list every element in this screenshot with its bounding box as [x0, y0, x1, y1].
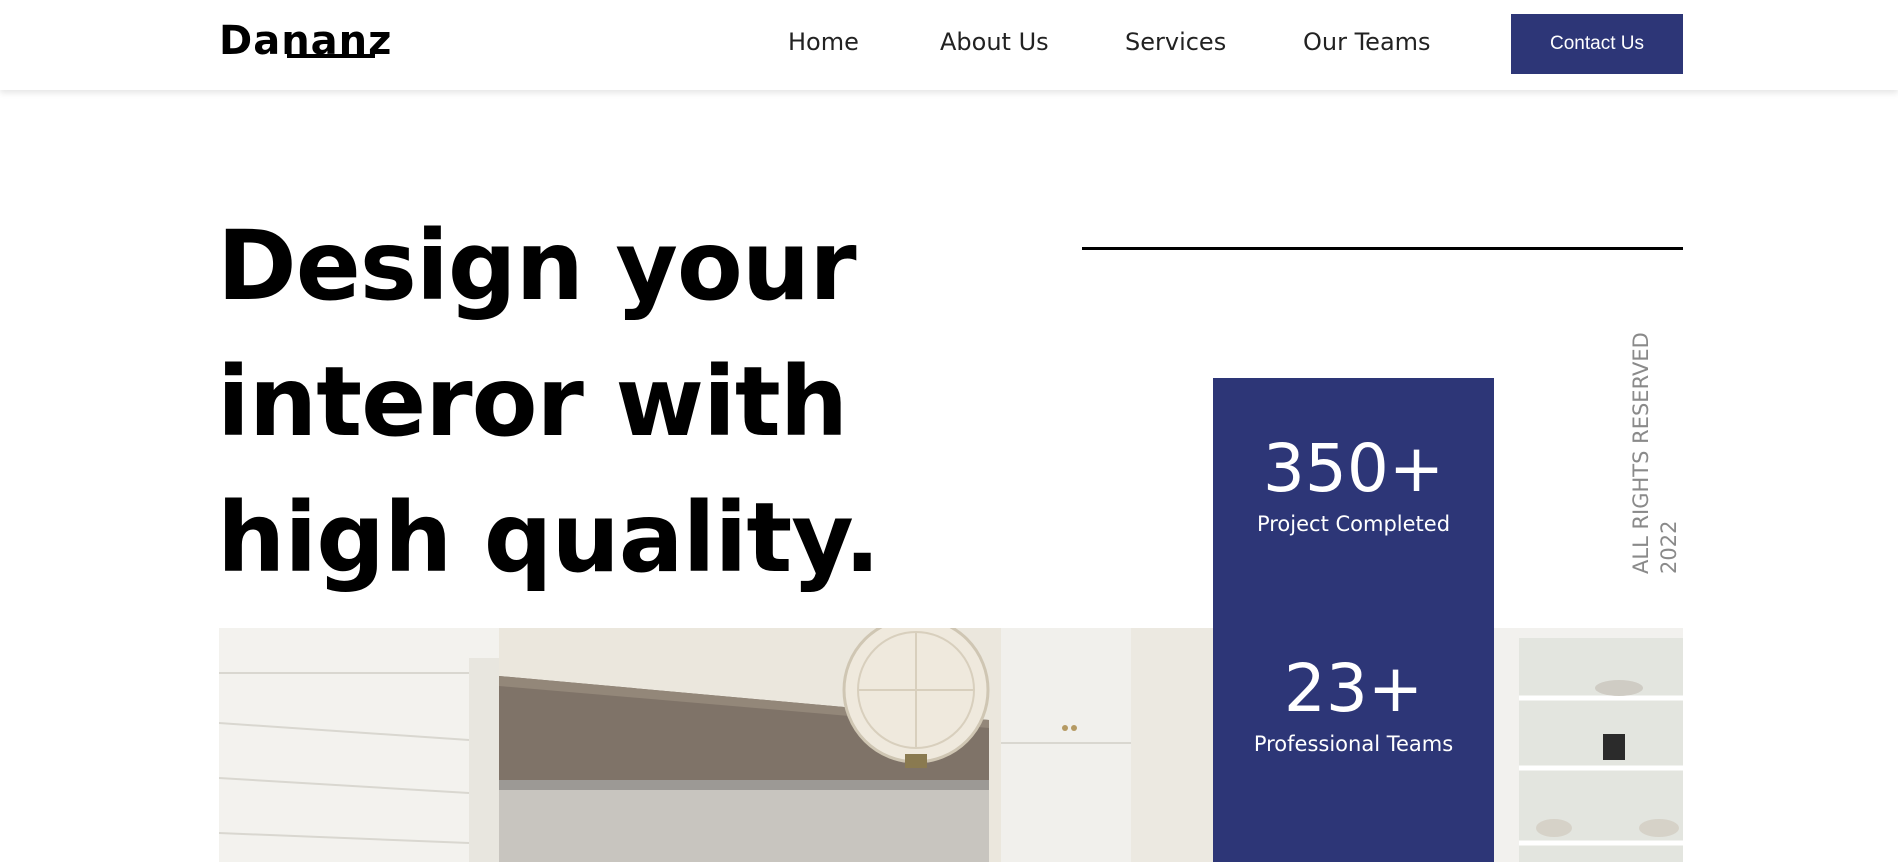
- rights-notice: ALL RIGHTS RESERVED 2022: [1625, 332, 1691, 574]
- stat-label: Professional Teams: [1253, 732, 1454, 756]
- stats-card: 350+ Project Completed 23+ Professional …: [1213, 378, 1494, 862]
- logo-underline-mark: [287, 54, 375, 58]
- nav-link-home[interactable]: Home: [788, 27, 859, 57]
- nav-link-our-teams[interactable]: Our Teams: [1303, 27, 1431, 57]
- stat-label: Project Completed: [1256, 512, 1451, 536]
- nav-link-services[interactable]: Services: [1125, 27, 1226, 57]
- stat-teams: 23+ Professional Teams: [1213, 653, 1494, 757]
- stat-number: 350+: [1262, 430, 1445, 507]
- nav-link-about-us[interactable]: About Us: [940, 27, 1049, 57]
- stat-projects: 350+ Project Completed: [1213, 433, 1494, 537]
- hero-divider: [1082, 247, 1683, 250]
- contact-us-button[interactable]: Contact Us: [1511, 14, 1683, 74]
- stat-number: 23+: [1283, 650, 1424, 727]
- navbar: Dananz Home About Us Services Our Teams …: [0, 0, 1898, 90]
- rights-text: ALL RIGHTS RESERVED: [1629, 332, 1653, 574]
- hero-title: Design your interor with high quality.: [217, 210, 881, 594]
- rights-year: 2022: [1657, 520, 1681, 574]
